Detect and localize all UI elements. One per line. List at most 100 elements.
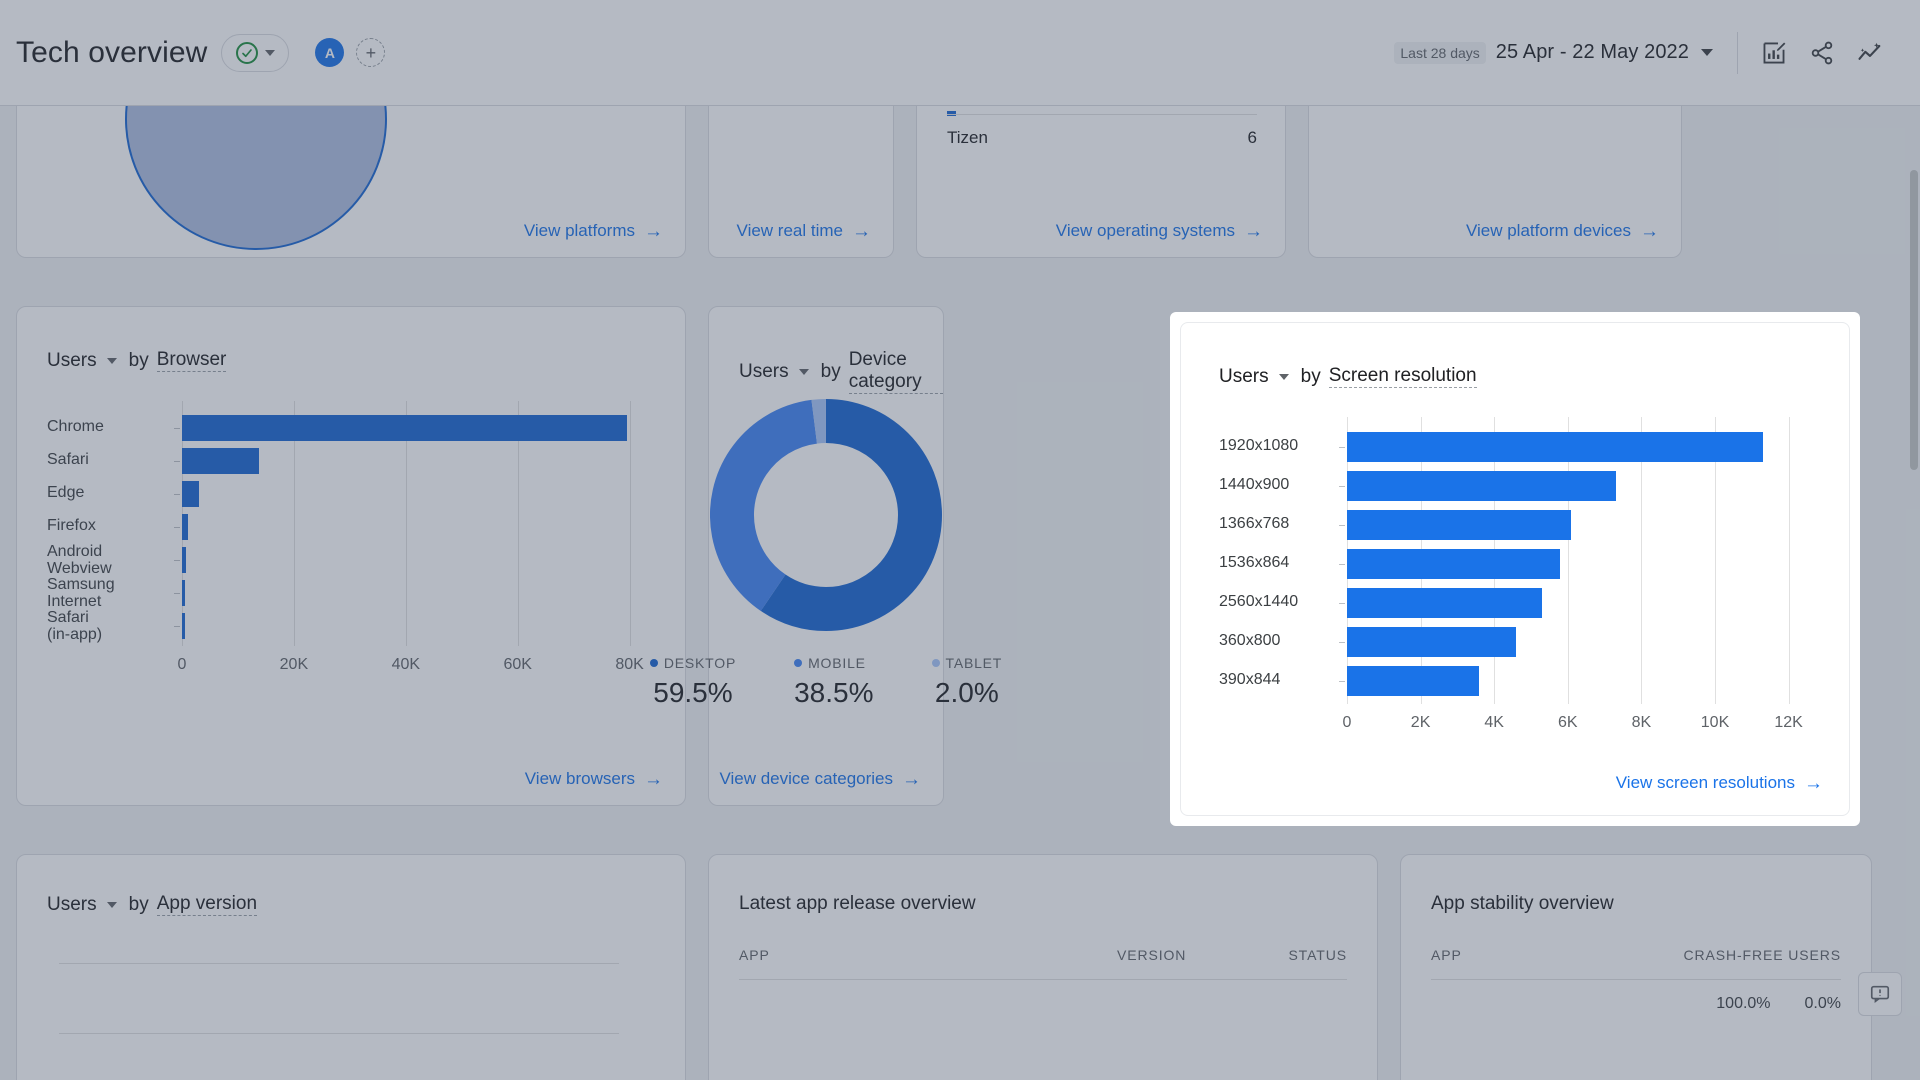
view-real-time-link[interactable]: View real time → bbox=[737, 221, 871, 241]
dimension-selector-resolution[interactable]: Screen resolution bbox=[1329, 365, 1477, 388]
arrow-right-icon: → bbox=[644, 222, 663, 241]
scrollbar-thumb[interactable] bbox=[1910, 170, 1918, 470]
legend-value-tablet: 2.0% bbox=[932, 677, 1003, 709]
card-users-by-app-version[interactable]: Users by App version bbox=[16, 854, 686, 1080]
donut-svg bbox=[710, 399, 942, 631]
bar[interactable] bbox=[182, 415, 627, 441]
bar[interactable] bbox=[1347, 549, 1560, 579]
y-axis-tick-mark bbox=[174, 494, 180, 495]
scrollbar-track[interactable] bbox=[1908, 106, 1920, 1080]
column-app: APP bbox=[1431, 947, 1683, 963]
os-row-tizen: Tizen 6 bbox=[947, 128, 1257, 148]
y-axis-category-label: SamsungInternet bbox=[47, 576, 166, 611]
edit-chart-icon[interactable] bbox=[1750, 29, 1798, 77]
metric-selector-app-version[interactable]: Users bbox=[47, 894, 97, 916]
card-real-time[interactable]: View real time → bbox=[708, 106, 894, 258]
app-stability-values: 100.0% 0.0% bbox=[1431, 995, 1841, 1013]
metric-selector-browser[interactable]: Users bbox=[47, 350, 97, 372]
x-axis-tick-label: 4K bbox=[1484, 714, 1504, 732]
y-axis-category-label: Edge bbox=[47, 484, 166, 501]
arrow-right-icon: → bbox=[1640, 222, 1659, 241]
view-device-categories-link[interactable]: View device categories → bbox=[719, 769, 921, 789]
bar[interactable] bbox=[182, 613, 185, 639]
y-axis-category-label: Firefox bbox=[47, 517, 166, 534]
arrow-right-icon: → bbox=[1244, 222, 1263, 241]
y-axis-tick-mark bbox=[174, 626, 180, 627]
crash-free-users-value: 100.0% bbox=[1716, 995, 1770, 1013]
view-screen-resolutions-link[interactable]: View screen resolutions → bbox=[1616, 773, 1823, 793]
y-axis-tick-mark bbox=[174, 527, 180, 528]
card-users-by-browser[interactable]: Users by Browser 020K40K60K80KChromeSafa… bbox=[16, 306, 686, 806]
latest-release-columns: APP VERSION STATUS bbox=[739, 947, 1347, 963]
bar[interactable] bbox=[182, 580, 185, 606]
bar[interactable] bbox=[1347, 588, 1542, 618]
y-axis-tick-mark bbox=[174, 461, 180, 462]
latest-release-title: Latest app release overview bbox=[739, 893, 976, 915]
x-axis-tick-label: 6K bbox=[1558, 714, 1578, 732]
legend-dot-icon bbox=[932, 659, 940, 667]
bar[interactable] bbox=[182, 514, 188, 540]
feedback-button[interactable] bbox=[1858, 972, 1902, 1016]
dimension-prefix: by bbox=[1301, 366, 1321, 388]
bar[interactable] bbox=[1347, 471, 1616, 501]
view-operating-systems-label: View operating systems bbox=[1056, 221, 1235, 241]
bar[interactable] bbox=[1347, 666, 1479, 696]
bar[interactable] bbox=[182, 448, 259, 474]
view-platforms-link[interactable]: View platforms → bbox=[524, 221, 663, 241]
share-icon[interactable] bbox=[1798, 29, 1846, 77]
card-operating-systems[interactable]: Tizen 6 View operating systems → bbox=[916, 106, 1286, 258]
insights-icon[interactable] bbox=[1846, 29, 1894, 77]
plus-icon[interactable]: + bbox=[356, 38, 385, 67]
card-latest-app-release[interactable]: Latest app release overview APP VERSION … bbox=[708, 854, 1378, 1080]
view-operating-systems-link[interactable]: View operating systems → bbox=[1056, 221, 1263, 241]
view-browsers-label: View browsers bbox=[525, 769, 635, 789]
metric-selector-device[interactable]: Users bbox=[739, 361, 789, 383]
device-legend: DESKTOP 59.5% MOBILE 38.5% bbox=[709, 655, 943, 709]
metric-selector-resolution[interactable]: Users bbox=[1219, 366, 1269, 388]
bar[interactable] bbox=[1347, 432, 1763, 462]
resolution-bar-chart: 02K4K6K8K10K12K1920x10801440x9001366x768… bbox=[1219, 419, 1819, 779]
legend-item-desktop: DESKTOP 59.5% bbox=[650, 655, 736, 709]
card-platforms[interactable]: View platforms → bbox=[16, 106, 686, 258]
card-platform-devices[interactable]: View platform devices → bbox=[1308, 106, 1682, 258]
chevron-down-icon bbox=[265, 50, 275, 56]
y-axis-category-label: 1920x1080 bbox=[1219, 437, 1331, 454]
y-axis-category-label: 2560x1440 bbox=[1219, 593, 1331, 610]
y-axis-category-label: 1440x900 bbox=[1219, 476, 1331, 493]
device-card-title: Users by Device category bbox=[739, 349, 943, 394]
column-status: STATUS bbox=[1267, 947, 1347, 963]
bar[interactable] bbox=[182, 481, 199, 507]
os-divider bbox=[947, 114, 1257, 115]
chevron-down-icon[interactable] bbox=[1701, 49, 1713, 56]
legend-head-mobile: MOBILE bbox=[794, 655, 873, 671]
date-range-value[interactable]: 25 Apr - 22 May 2022 bbox=[1496, 41, 1689, 64]
x-axis-tick-label: 8K bbox=[1632, 714, 1652, 732]
view-platform-devices-label: View platform devices bbox=[1466, 221, 1631, 241]
chevron-down-icon[interactable] bbox=[799, 369, 809, 375]
y-axis-category-label: Safari(in-app) bbox=[47, 609, 166, 644]
dimension-selector-app-version[interactable]: App version bbox=[157, 893, 257, 916]
x-axis-tick-label: 10K bbox=[1701, 714, 1729, 732]
chevron-down-icon[interactable] bbox=[1279, 374, 1289, 380]
bar[interactable] bbox=[1347, 627, 1516, 657]
chevron-down-icon[interactable] bbox=[107, 358, 117, 364]
dimension-selector-device[interactable]: Device category bbox=[849, 349, 943, 394]
bar[interactable] bbox=[182, 547, 186, 573]
app-version-rule-2 bbox=[59, 1033, 619, 1034]
view-browsers-link[interactable]: View browsers → bbox=[525, 769, 663, 789]
chevron-down-icon[interactable] bbox=[107, 902, 117, 908]
grid-line bbox=[630, 401, 631, 646]
card-users-by-screen-resolution[interactable]: Users by Screen resolution 02K4K6K8K10K1… bbox=[1180, 322, 1850, 816]
view-platform-devices-link[interactable]: View platform devices → bbox=[1466, 221, 1659, 241]
bottom-card-row: Users by App version Latest app release … bbox=[16, 854, 1904, 1080]
card-users-by-device-category[interactable]: Users by Device category bbox=[708, 306, 944, 806]
page-header: Tech overview A + Last 28 days 25 Apr - … bbox=[0, 0, 1920, 106]
os-name: Tizen bbox=[947, 128, 988, 148]
legend-value-desktop: 59.5% bbox=[650, 677, 736, 709]
y-axis-category-label: 1536x864 bbox=[1219, 554, 1331, 571]
dimension-selector-browser[interactable]: Browser bbox=[157, 349, 227, 372]
card-app-stability[interactable]: App stability overview APP CRASH-FREE US… bbox=[1400, 854, 1872, 1080]
report-status-dropdown[interactable] bbox=[221, 34, 289, 72]
bar[interactable] bbox=[1347, 510, 1571, 540]
avatar[interactable]: A bbox=[315, 38, 344, 67]
